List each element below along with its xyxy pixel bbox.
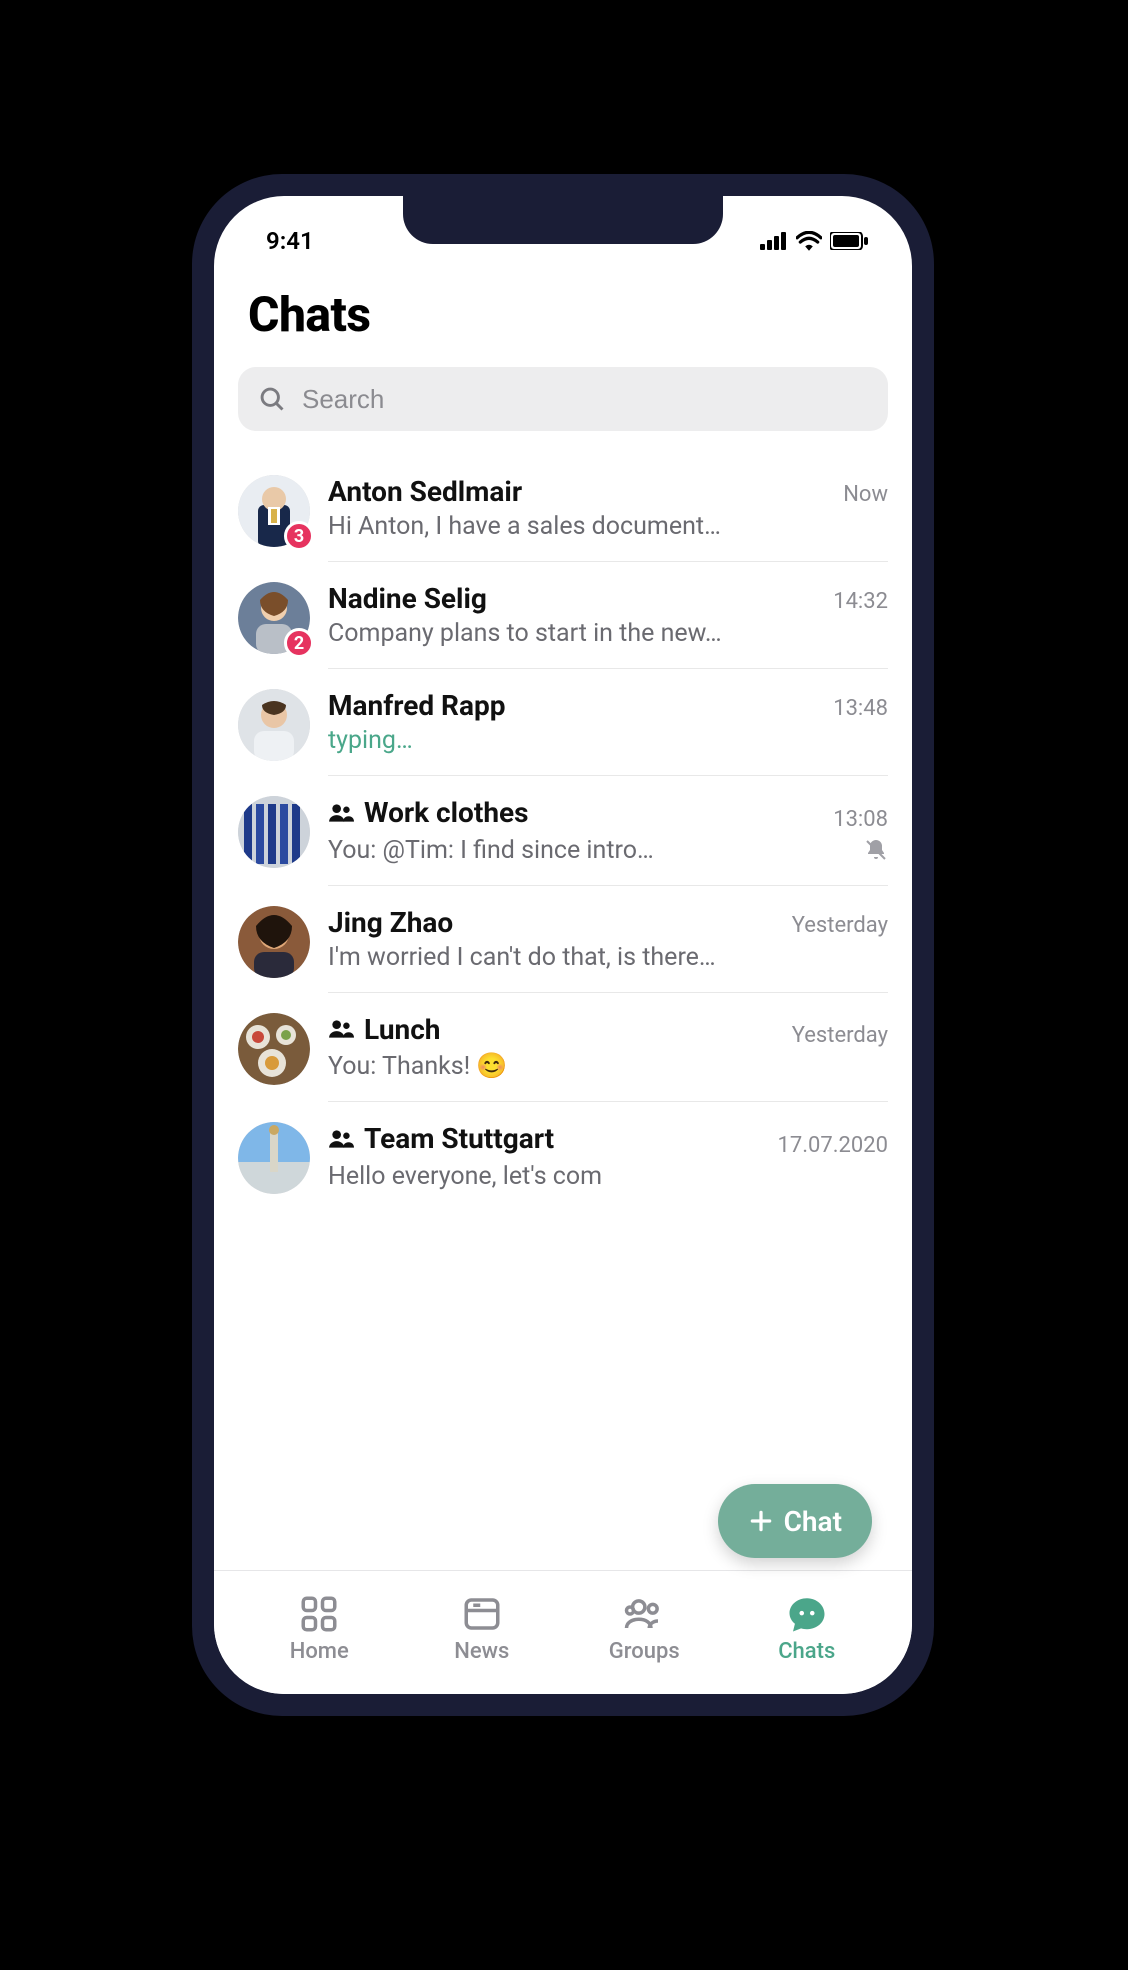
- fab-label: Chat: [784, 1505, 842, 1538]
- chat-preview: Company plans to start in the new…: [328, 619, 722, 648]
- chat-preview: Hello everyone, let's com: [328, 1162, 602, 1191]
- home-icon: [298, 1593, 340, 1635]
- tab-label: News: [454, 1639, 509, 1664]
- tab-groups[interactable]: Groups: [589, 1593, 699, 1664]
- group-icon: [328, 800, 354, 826]
- tab-label: Chats: [778, 1639, 835, 1664]
- groups-icon: [623, 1593, 665, 1635]
- chat-row[interactable]: Work clothes 13:08 You: @Tim: I find sin…: [214, 776, 912, 886]
- chat-time: 17.07.2020: [777, 1133, 888, 1158]
- avatar: [238, 689, 310, 761]
- search-bar[interactable]: [238, 367, 888, 431]
- chat-preview: I'm worried I can't do that, is there…: [328, 943, 716, 972]
- chat-time: Yesterday: [792, 913, 888, 938]
- chat-name: Lunch: [364, 1013, 440, 1046]
- search-input[interactable]: [302, 384, 868, 415]
- chat-row[interactable]: Jing Zhao Yesterday I'm worried I can't …: [214, 886, 912, 993]
- chat-time: 14:32: [833, 589, 888, 614]
- phone-frame: 9:41 Chats 3: [192, 174, 934, 1716]
- unread-badge: 2: [284, 628, 314, 658]
- chat-list[interactable]: 3 Anton Sedlmair Now Hi Anton, I have a …: [214, 441, 912, 1570]
- avatar: [238, 1013, 310, 1085]
- phone-screen: 9:41 Chats 3: [214, 196, 912, 1694]
- news-icon: [461, 1593, 503, 1635]
- chat-time: Yesterday: [792, 1023, 888, 1048]
- status-time: 9:41: [266, 227, 314, 255]
- chat-time: 13:48: [833, 696, 888, 721]
- group-icon: [328, 1016, 354, 1042]
- chat-preview: Hi Anton, I have a sales document…: [328, 512, 721, 541]
- avatar: [238, 1122, 310, 1194]
- wifi-icon: [796, 231, 822, 251]
- avatar: 3: [238, 475, 310, 547]
- avatar: [238, 796, 310, 868]
- avatar: 2: [238, 582, 310, 654]
- search-wrap: [214, 367, 912, 441]
- chat-preview: You: Thanks! 😊: [328, 1052, 507, 1081]
- bell-off-icon: [864, 838, 888, 862]
- header: Chats: [214, 266, 912, 367]
- tab-label: Groups: [609, 1639, 680, 1664]
- phone-notch: [403, 196, 723, 244]
- group-icon: [328, 1126, 354, 1152]
- chat-name: Team Stuttgart: [364, 1122, 554, 1155]
- battery-icon: [830, 232, 868, 250]
- status-indicators: [760, 231, 868, 251]
- new-chat-button[interactable]: Chat: [718, 1484, 872, 1558]
- chat-icon: [786, 1593, 828, 1635]
- chat-row[interactable]: 3 Anton Sedlmair Now Hi Anton, I have a …: [214, 455, 912, 562]
- tab-label: Home: [290, 1639, 349, 1664]
- search-icon: [258, 385, 286, 413]
- avatar: [238, 906, 310, 978]
- tab-news[interactable]: News: [427, 1593, 537, 1664]
- cellular-icon: [760, 232, 788, 250]
- chat-preview: typing…: [328, 726, 413, 755]
- chat-row[interactable]: Lunch Yesterday You: Thanks! 😊: [214, 993, 912, 1103]
- tab-chats[interactable]: Chats: [752, 1593, 862, 1664]
- chat-name: Anton Sedlmair: [328, 475, 522, 508]
- plus-icon: [748, 1508, 774, 1534]
- tab-bar: Home News Groups Chats: [214, 1570, 912, 1694]
- chat-preview: You: @Tim: I find since intro…: [328, 836, 654, 865]
- chat-name: Work clothes: [364, 796, 529, 829]
- chat-name: Jing Zhao: [328, 906, 453, 939]
- chat-row[interactable]: Team Stuttgart 17.07.2020 Hello everyone…: [214, 1102, 912, 1211]
- chat-time: Now: [843, 482, 888, 507]
- unread-badge: 3: [284, 521, 314, 551]
- chat-row[interactable]: Manfred Rapp 13:48 typing…: [214, 669, 912, 776]
- chat-name: Manfred Rapp: [328, 689, 505, 722]
- chat-row[interactable]: 2 Nadine Selig 14:32 Company plans to st…: [214, 562, 912, 669]
- chat-name: Nadine Selig: [328, 582, 487, 615]
- chat-time: 13:08: [833, 807, 888, 832]
- page-title: Chats: [248, 286, 878, 343]
- tab-home[interactable]: Home: [264, 1593, 374, 1664]
